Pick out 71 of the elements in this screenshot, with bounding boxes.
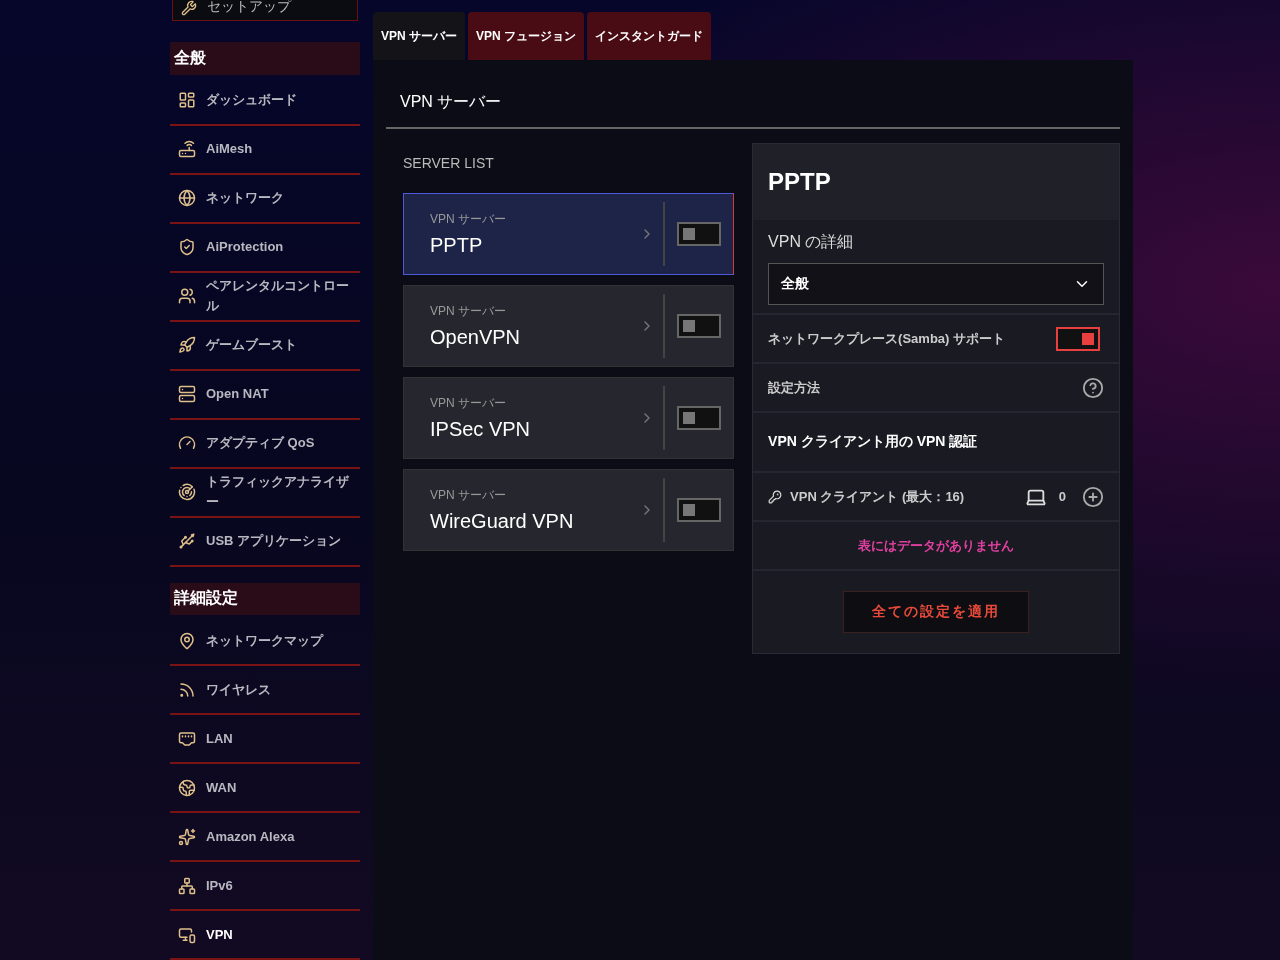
ethernet-icon bbox=[178, 729, 196, 748]
toggle-switch[interactable] bbox=[677, 406, 722, 430]
toggle-switch[interactable] bbox=[677, 222, 722, 246]
sidebar-item[interactable]: ネットワークマップ bbox=[170, 617, 360, 666]
sidebar-item[interactable]: WAN bbox=[170, 764, 360, 813]
server-icon bbox=[178, 385, 196, 404]
sidebar-item[interactable]: アダプティブ QoS bbox=[170, 419, 360, 469]
server-card[interactable]: VPN サーバー IPSec VPN bbox=[403, 377, 735, 459]
add-icon[interactable] bbox=[1082, 485, 1104, 508]
server-card[interactable]: VPN サーバー PPTP bbox=[403, 193, 735, 275]
sidebar-item[interactable]: USB アプリケーション bbox=[170, 517, 360, 567]
sidebar-item[interactable]: AiMesh bbox=[170, 125, 360, 175]
sidebar-item[interactable]: ワイヤレス bbox=[170, 666, 360, 715]
sparkle-icon bbox=[178, 827, 196, 846]
sidebar-item[interactable]: Open NAT bbox=[170, 370, 360, 420]
sidebar-item[interactable]: トラフィックアナライザー bbox=[170, 468, 360, 518]
rocket-icon bbox=[178, 336, 196, 355]
sidebar-item[interactable]: AiProtection bbox=[170, 223, 360, 273]
clients-label: VPN クライアント (最大：16) bbox=[790, 487, 966, 506]
clients-count: 0 bbox=[1058, 489, 1066, 504]
map-pin-icon bbox=[178, 631, 196, 650]
sidebar-item[interactable]: VPN bbox=[170, 911, 360, 960]
usb-icon bbox=[178, 532, 196, 551]
globe-icon bbox=[178, 778, 196, 797]
sidebar-item[interactable]: LAN bbox=[170, 715, 360, 764]
apply-button[interactable]: 全ての設定を適用 bbox=[843, 591, 1030, 633]
setting-label: ネットワークプレース(Samba) サポート bbox=[768, 329, 1006, 348]
sidebar-item[interactable]: Amazon Alexa bbox=[170, 813, 360, 862]
setting-label: 設定方法 bbox=[768, 378, 822, 397]
server-caption: VPN サーバー bbox=[430, 303, 507, 320]
details-dropdown[interactable]: 全般 bbox=[768, 263, 1104, 305]
tab[interactable]: VPN サーバー bbox=[373, 12, 465, 60]
empty-message: 表にはデータがありません bbox=[858, 536, 1015, 555]
network-icon bbox=[178, 876, 196, 895]
wireless-icon bbox=[178, 680, 196, 699]
dashboard-icon bbox=[178, 91, 196, 110]
setup-button[interactable]: セットアップ bbox=[172, 0, 358, 22]
server-caption: VPN サーバー bbox=[430, 395, 507, 412]
field-label: VPN の詳細 bbox=[768, 232, 855, 252]
server-name: WireGuard VPN bbox=[430, 510, 575, 533]
server-caption: VPN サーバー bbox=[430, 487, 507, 504]
server-caption: VPN サーバー bbox=[430, 211, 507, 228]
page-title: VPN サーバー bbox=[386, 60, 1120, 129]
toggle-switch[interactable] bbox=[677, 314, 722, 338]
detail-title: PPTP bbox=[753, 144, 1119, 220]
key-icon bbox=[768, 489, 783, 504]
server-name: PPTP bbox=[430, 234, 484, 257]
shield-icon bbox=[178, 238, 196, 257]
globe-icon bbox=[178, 189, 196, 208]
section-heading: 全般 bbox=[170, 42, 360, 75]
sidebar-item[interactable]: ダッシュボード bbox=[170, 76, 360, 126]
people-icon bbox=[178, 287, 196, 306]
server-name: IPSec VPN bbox=[430, 418, 532, 441]
toggle-switch[interactable] bbox=[677, 498, 722, 522]
sidebar-item[interactable]: IPv6 bbox=[170, 862, 360, 911]
sidebar-item[interactable]: ペアレンタルコントロール bbox=[170, 272, 360, 322]
sidebar-item[interactable]: ゲームブースト bbox=[170, 321, 360, 371]
toggle-switch[interactable] bbox=[1056, 326, 1100, 351]
server-card[interactable]: VPN サーバー WireGuard VPN bbox=[403, 469, 735, 551]
radar-icon bbox=[178, 483, 196, 502]
monitor-icon bbox=[178, 925, 196, 944]
tab[interactable]: VPN フュージョン bbox=[468, 12, 585, 60]
tools-icon bbox=[181, 0, 197, 17]
server-name: OpenVPN bbox=[430, 326, 522, 349]
section-heading: 詳細設定 bbox=[170, 582, 360, 615]
help-icon[interactable] bbox=[1082, 376, 1104, 399]
list-heading: SERVER LIST bbox=[403, 154, 495, 173]
sidebar-item[interactable]: ネットワーク bbox=[170, 174, 360, 224]
section-heading: VPN クライアント用の VPN 認証 bbox=[768, 433, 978, 451]
server-card[interactable]: VPN サーバー OpenVPN bbox=[403, 285, 735, 367]
tab[interactable]: インスタントガード bbox=[587, 12, 712, 60]
